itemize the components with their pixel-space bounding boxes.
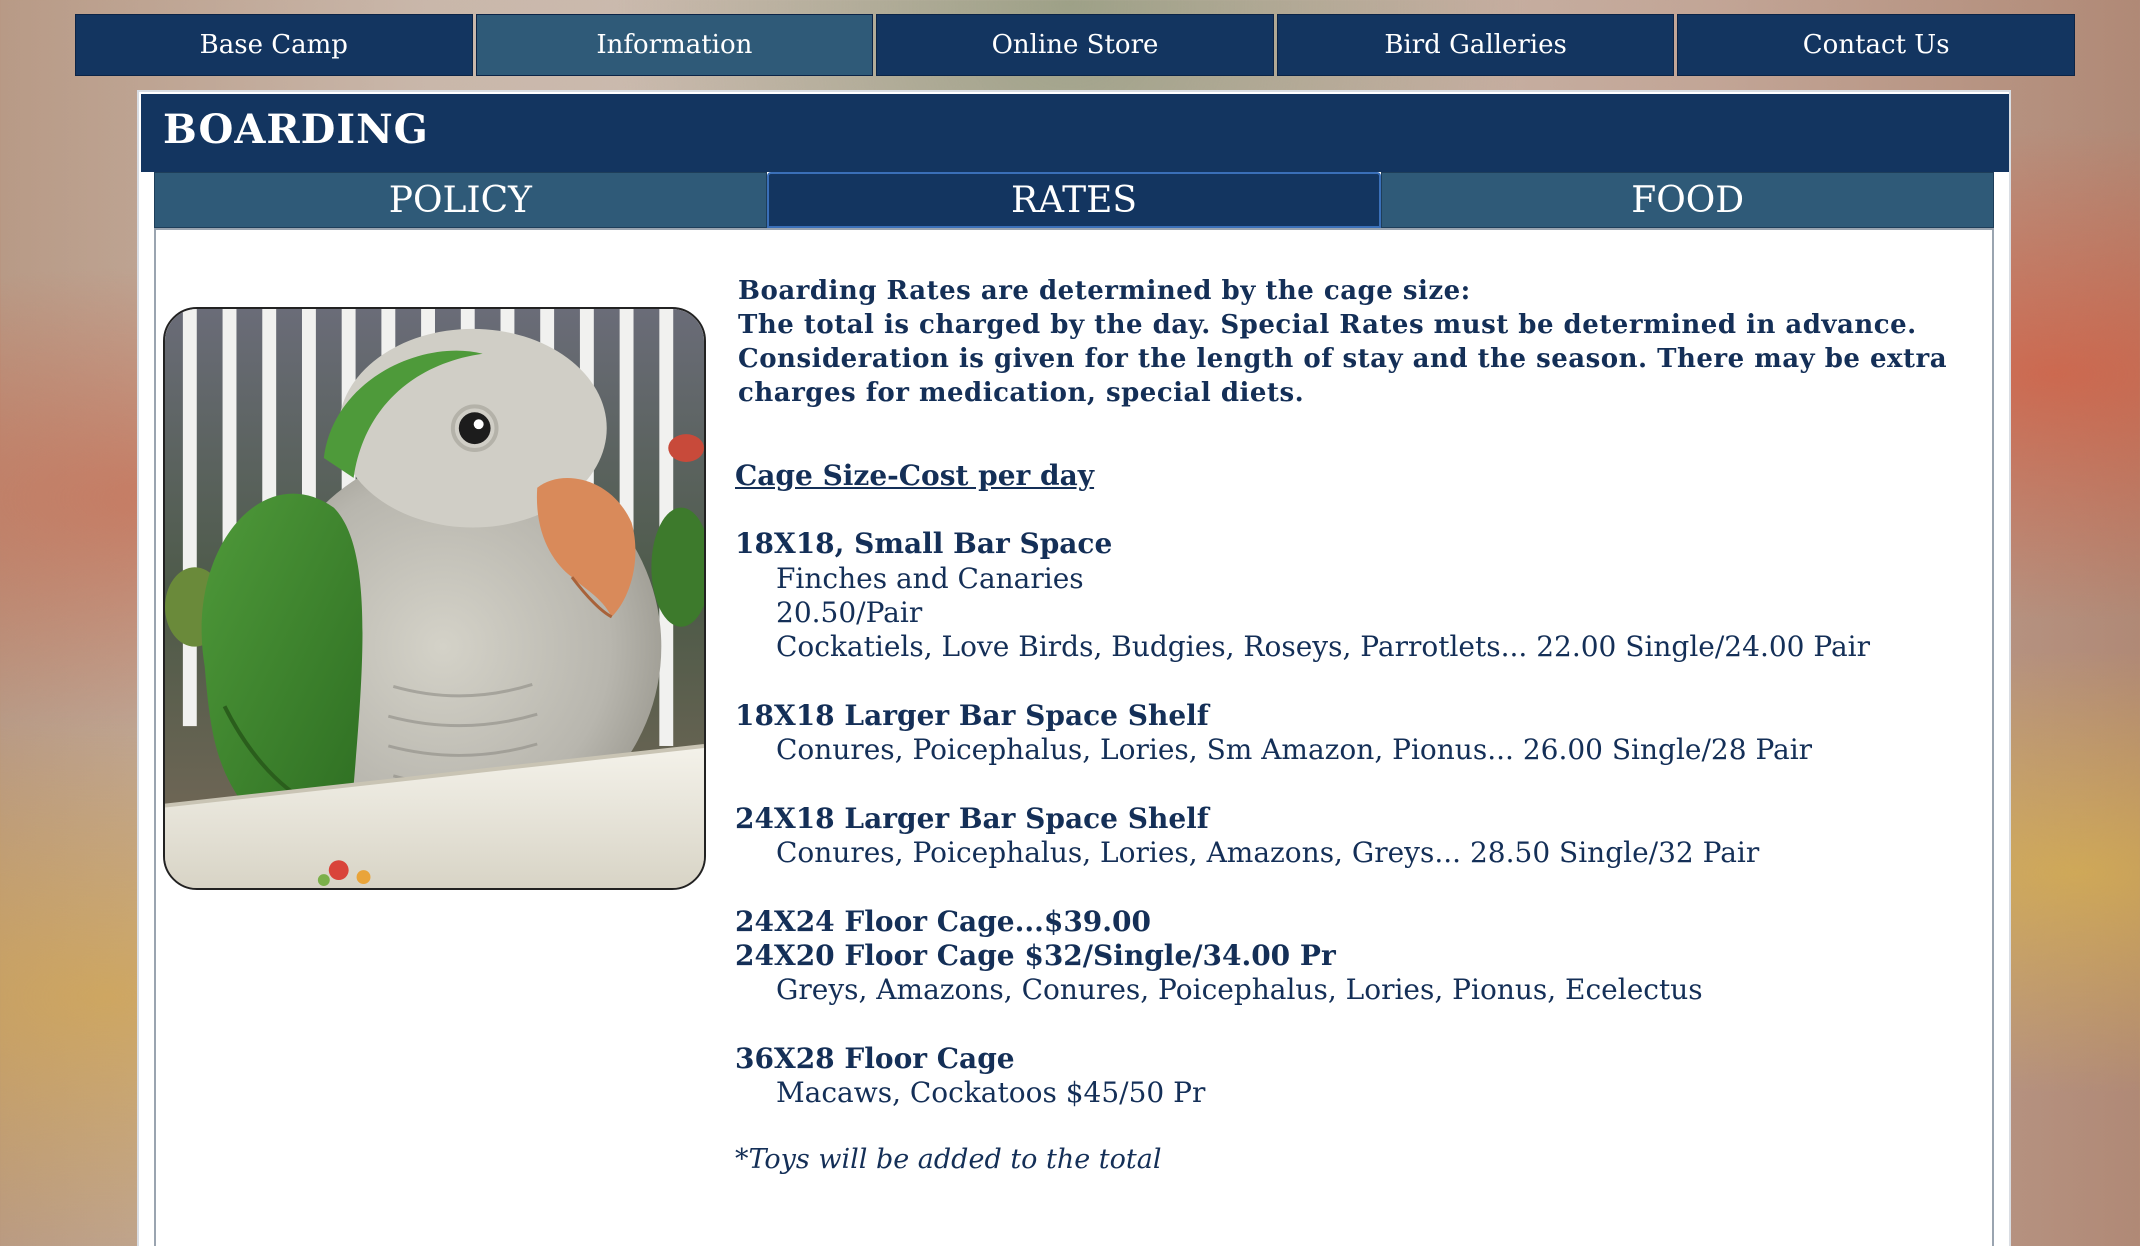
rate-line: Macaws, Cockatoos $45/50 Pr	[776, 1076, 1206, 1109]
toys-note: *Toys will be added to the total	[735, 1144, 1162, 1175]
cage-larger-18-title: 18X18 Larger Bar Space Shelf	[735, 699, 1209, 732]
tab-policy[interactable]: POLICY	[154, 172, 767, 228]
rate-line: 20.50/Pair	[776, 596, 923, 629]
rate-line: Finches and Canaries	[776, 562, 1084, 595]
floor-cage-24x24: 24X24 Floor Cage...$39.00	[735, 905, 1151, 938]
rates-intro: Boarding Rates are determined by the cag…	[738, 274, 1947, 410]
nav-bird-galleries[interactable]: Bird Galleries	[1276, 14, 1675, 76]
nav-information[interactable]: Information	[475, 14, 874, 76]
floor-cage-36x28-title: 36X28 Floor Cage	[735, 1042, 1015, 1075]
tab-bar: POLICY RATES FOOD	[154, 172, 1995, 228]
page-title: BOARDING	[163, 106, 429, 153]
intro-line: Boarding Rates are determined by the cag…	[738, 276, 1471, 306]
tab-food[interactable]: FOOD	[1381, 172, 1995, 228]
cage-larger-24-title: 24X18 Larger Bar Space Shelf	[735, 802, 1209, 835]
rate-line: Cockatiels, Love Birds, Budgies, Roseys,…	[776, 630, 1870, 663]
cage-small-title: 18X18, Small Bar Space	[735, 527, 1113, 560]
panel-header: BOARDING	[141, 94, 2009, 172]
intro-line: Consideration is given for the length of…	[738, 344, 1948, 374]
parrot-image	[165, 309, 704, 888]
tab-rates[interactable]: RATES	[766, 172, 1382, 228]
rate-line: Conures, Poicephalus, Lories, Sm Amazon,…	[776, 733, 1813, 766]
top-navigation: Base Camp Information Online Store Bird …	[75, 14, 2075, 76]
rate-line: Greys, Amazons, Conures, Poicephalus, Lo…	[776, 973, 1703, 1006]
nav-online-store[interactable]: Online Store	[876, 14, 1274, 76]
intro-line: charges for medication, special diets.	[738, 378, 1305, 408]
nav-contact-us[interactable]: Contact Us	[1677, 14, 2075, 76]
section-heading: Cage Size-Cost per day	[735, 459, 1095, 492]
floor-cage-24x20-title: 24X20 Floor Cage $32/Single/34.00 Pr	[735, 939, 1336, 972]
nav-base-camp[interactable]: Base Camp	[75, 14, 473, 76]
rate-line: Conures, Poicephalus, Lories, Amazons, G…	[776, 836, 1760, 869]
intro-line: The total is charged by the day. Special…	[738, 310, 1917, 340]
parrot-photo	[163, 307, 706, 890]
